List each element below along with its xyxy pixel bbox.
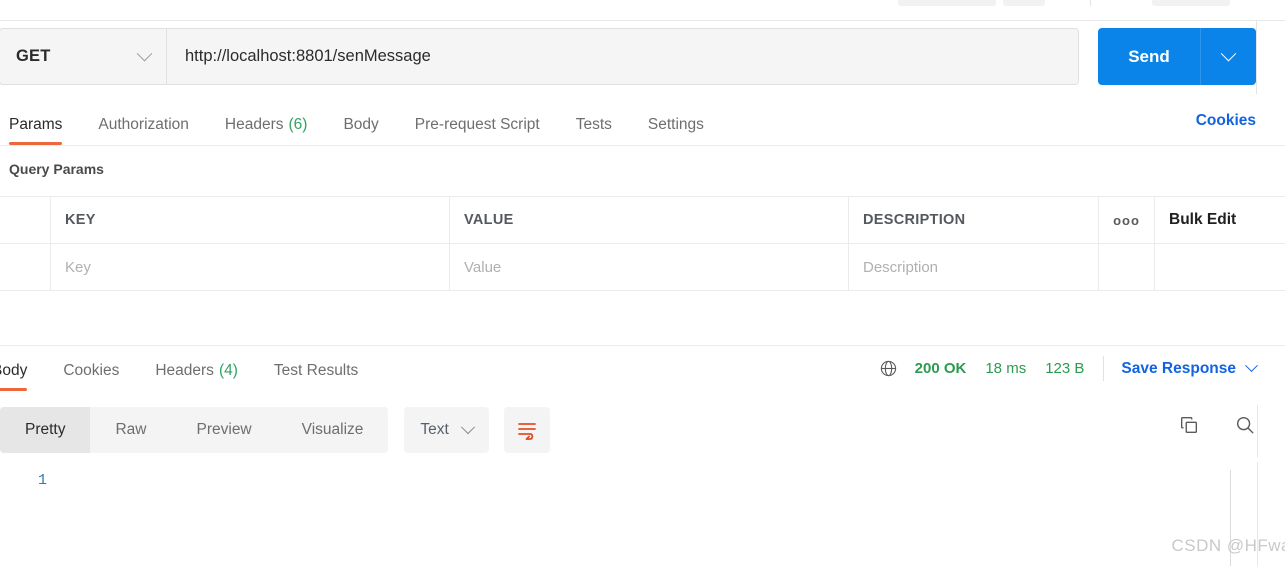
send-options-button[interactable] (1201, 28, 1256, 85)
tab-params[interactable]: Params (9, 104, 63, 145)
response-tab-test-results-label: Test Results (273, 361, 359, 379)
tab-tests[interactable]: Tests (576, 104, 612, 145)
tab-headers-label: Headers (224, 115, 284, 133)
request-tabs-divider (0, 145, 1285, 146)
chevron-down-icon (136, 45, 153, 62)
tab-tests-label: Tests (575, 115, 612, 133)
response-tab-headers-label: Headers (155, 361, 214, 379)
response-format-toolbar: Pretty Raw Preview Visualize Text (0, 407, 550, 453)
top-clipped-toolbar-strip (0, 0, 1285, 21)
chevron-down-icon (1220, 45, 1237, 62)
request-url-bar: GET http://localhost:8801/senMessage (0, 28, 1079, 85)
response-body-viewer[interactable]: 1 CSDN @HFwa (0, 462, 1285, 566)
column-header-description-label: DESCRIPTION (863, 212, 966, 228)
tab-pre-request-script-label: Pre-request Script (414, 115, 540, 133)
actions-right-edge (1257, 405, 1258, 457)
tab-settings-label: Settings (647, 115, 704, 133)
postman-request-response-view: GET http://localhost:8801/senMessage Sen… (0, 0, 1285, 566)
column-header-value: VALUE (450, 197, 849, 243)
status-code: 200 OK (914, 360, 967, 377)
tab-authorization[interactable]: Authorization (98, 104, 188, 145)
search-icon[interactable] (1234, 414, 1256, 436)
bulk-edit-label: Bulk Edit (1169, 211, 1237, 228)
select-all-checkbox-cell[interactable] (0, 197, 51, 243)
response-body-actions (1178, 414, 1256, 436)
response-tab-body[interactable]: Body (0, 350, 28, 391)
chevron-down-icon (460, 420, 475, 435)
row-options-cell (1099, 244, 1155, 290)
table-options-button[interactable]: ooo (1099, 197, 1155, 243)
response-time: 18 ms (985, 360, 1027, 377)
language-label: Text (420, 421, 449, 438)
copy-icon[interactable] (1178, 414, 1200, 436)
tab-body[interactable]: Body (343, 104, 378, 145)
http-method-label: GET (16, 47, 51, 65)
response-tab-test-results[interactable]: Test Results (274, 350, 358, 391)
tab-settings[interactable]: Settings (648, 104, 704, 145)
column-header-value-label: VALUE (464, 212, 514, 228)
param-key-input[interactable]: Key (51, 244, 450, 290)
request-tab-bar: Params Authorization Headers (6) Body Pr… (0, 104, 1285, 145)
tab-body-label: Body (343, 115, 379, 133)
ellipsis-icon: ooo (1113, 212, 1140, 228)
clipped-toolbar-chip-2 (1003, 0, 1045, 6)
chevron-down-icon[interactable] (1245, 359, 1258, 373)
save-response-button[interactable]: Save Response (1121, 360, 1236, 378)
format-segmented-control: Pretty Raw Preview Visualize (0, 407, 389, 453)
tab-headers[interactable]: Headers (6) (225, 104, 308, 145)
watermark: CSDN @HFwa (1171, 536, 1285, 555)
param-value-input[interactable]: Value (450, 244, 849, 290)
table-header-row: KEY VALUE DESCRIPTION ooo Bulk Edit (0, 197, 1285, 244)
tab-pre-request-script[interactable]: Pre-request Script (415, 104, 540, 145)
response-section-divider (0, 345, 1285, 346)
tab-authorization-label: Authorization (98, 115, 189, 133)
param-description-input[interactable]: Description (849, 244, 1099, 290)
clipped-toolbar-chip-1 (898, 0, 996, 6)
column-header-key: KEY (51, 197, 450, 243)
format-tab-raw[interactable]: Raw (90, 407, 171, 453)
word-wrap-toggle[interactable] (503, 407, 550, 453)
row-spacer-cell (1155, 244, 1285, 290)
send-button[interactable]: Send (1098, 28, 1201, 85)
query-params-table: KEY VALUE DESCRIPTION ooo Bulk Edit Key … (0, 196, 1285, 291)
send-button-group: Send (1098, 28, 1256, 85)
globe-icon (880, 360, 896, 377)
url-input[interactable]: http://localhost:8801/senMessage (167, 29, 1078, 84)
response-tab-cookies[interactable]: Cookies (63, 350, 119, 391)
response-tab-cookies-label: Cookies (63, 361, 120, 379)
query-params-title: Query Params (9, 161, 104, 177)
tab-params-label: Params (9, 115, 63, 133)
column-header-key-label: KEY (65, 212, 96, 228)
column-header-description: DESCRIPTION (849, 197, 1099, 243)
format-tab-pretty[interactable]: Pretty (0, 407, 91, 453)
http-method-dropdown[interactable]: GET (0, 29, 167, 84)
response-tab-body-label: Body (0, 361, 28, 379)
table-row: Key Value Description (0, 244, 1285, 291)
right-panel-edge (1256, 20, 1257, 94)
response-tab-headers-count: (4) (218, 361, 238, 379)
param-key-placeholder: Key (65, 258, 91, 276)
status-divider (1103, 356, 1105, 381)
clipped-toolbar-divider (1090, 0, 1091, 6)
row-checkbox-cell[interactable] (0, 244, 51, 290)
language-dropdown[interactable]: Text (404, 407, 489, 453)
format-tab-visualize[interactable]: Visualize (277, 407, 389, 453)
line-number: 1 (38, 472, 48, 489)
tab-headers-count: (6) (288, 115, 308, 133)
response-status-bar: 200 OK 18 ms 123 B Save Response (879, 356, 1258, 381)
bulk-edit-button[interactable]: Bulk Edit (1155, 197, 1285, 243)
response-size: 123 B (1045, 360, 1085, 377)
format-tab-preview[interactable]: Preview (172, 407, 277, 453)
param-value-placeholder: Value (464, 258, 502, 276)
cookies-link[interactable]: Cookies (1196, 112, 1256, 130)
param-description-placeholder: Description (863, 258, 939, 276)
clipped-toolbar-chip-3 (1152, 0, 1230, 6)
word-wrap-icon (517, 423, 536, 440)
response-tab-headers[interactable]: Headers (4) (155, 350, 238, 391)
